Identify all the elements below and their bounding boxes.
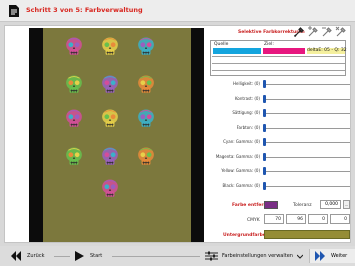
skull-ornament xyxy=(66,37,82,55)
separator xyxy=(112,256,200,257)
skull-ornament xyxy=(102,75,118,93)
slider-label: Yellow: Gamma: (0) xyxy=(221,168,260,173)
cmyk-black-input[interactable]: 0 xyxy=(330,214,350,224)
table-divider xyxy=(212,70,345,71)
slider-label: Kontrast: (0) xyxy=(234,95,260,101)
settings-sliders-icon xyxy=(205,251,218,261)
preview-canvas[interactable] xyxy=(43,28,191,242)
slider-row: Farbton: (0) xyxy=(208,123,351,133)
slider-track[interactable] xyxy=(264,113,350,114)
cmyk-label: CMYK xyxy=(247,218,260,223)
slider-row: Helligkeit: (0) xyxy=(208,79,351,89)
table-divider xyxy=(212,63,345,64)
slider-label: Farbton: (0) xyxy=(236,124,260,130)
slider-thumb[interactable] xyxy=(263,94,266,103)
source-color-swatch[interactable] xyxy=(213,48,261,54)
eyedropper-reset-icon[interactable] xyxy=(335,26,347,38)
tolerance-label: Toleranz xyxy=(293,203,312,208)
eyedropper-icon[interactable] xyxy=(293,26,305,38)
slider-row: Yellow: Gamma: (0) xyxy=(208,166,351,176)
skull-ornament xyxy=(66,75,82,93)
document-icon xyxy=(9,5,19,17)
start-label: Start xyxy=(90,253,103,259)
slider-thumb[interactable] xyxy=(263,109,266,117)
skull-ornament xyxy=(66,109,82,127)
bottom-bar: Zurück Start Farbeinstellungen verwalten… xyxy=(0,246,355,266)
double-chevron-left-icon xyxy=(11,251,21,261)
main-panel: Selektive Farbkorrekturen Quelle Ziel: d… xyxy=(4,25,351,243)
slider-row: Sättigung: (0) xyxy=(208,108,351,118)
title-bar: Schritt 3 von 5: Farbverwaltung xyxy=(0,0,355,22)
slider-label: Cyan: Gamma: (0) xyxy=(223,139,260,144)
slider-row: Cyan: Gamma: (0) xyxy=(208,137,351,147)
skull-ornament xyxy=(138,75,154,93)
slider-track[interactable] xyxy=(264,142,350,143)
skull-ornament xyxy=(138,37,154,55)
slider-row: Magenta: Gamma: (0) xyxy=(208,152,351,162)
slider-thumb[interactable] xyxy=(263,152,266,161)
skull-ornament xyxy=(102,109,118,127)
slider-label: Magenta: Gamma: (0) xyxy=(215,153,260,159)
background-color-label: Untergrundfarbe xyxy=(223,233,266,238)
remove-color-swatch[interactable] xyxy=(264,201,278,209)
back-button[interactable]: Zurück xyxy=(10,249,44,263)
skull-ornament xyxy=(102,37,118,55)
double-chevron-right-icon xyxy=(315,251,325,261)
slider-label: Helligkeit: (0) xyxy=(233,81,260,86)
target-color-swatch[interactable] xyxy=(263,48,305,54)
skull-ornament xyxy=(138,147,154,165)
tolerance-input[interactable]: 0,000 xyxy=(320,200,341,209)
slider-thumb[interactable] xyxy=(263,123,266,132)
delta-e-readout: deltaE: 05 - Q: 32 xyxy=(307,48,347,54)
table-divider xyxy=(212,56,345,57)
slider-track[interactable] xyxy=(264,171,350,172)
slider-track[interactable] xyxy=(264,84,350,85)
control-panel: Selektive Farbkorrekturen Quelle Ziel: d… xyxy=(208,26,351,242)
slider-thumb[interactable] xyxy=(263,181,266,190)
slider-track[interactable] xyxy=(264,185,350,187)
slider-row: Black: Gamma: (0) xyxy=(208,181,351,191)
slider-row: Kontrast: (0) xyxy=(208,94,351,104)
chevron-down-icon xyxy=(296,254,303,259)
skull-ornament xyxy=(138,109,154,127)
eyedropper-minus-icon[interactable] xyxy=(321,26,333,38)
slider-track[interactable] xyxy=(264,156,350,158)
slider-label: Sättigung: (0) xyxy=(232,110,260,115)
slider-track[interactable] xyxy=(264,98,350,100)
eyedropper-plus-icon[interactable] xyxy=(307,26,319,38)
slider-label: Black: Gamma: (0) xyxy=(222,182,260,188)
slider-track[interactable] xyxy=(264,127,350,129)
cmyk-yellow-input[interactable]: 0 xyxy=(308,214,328,224)
skull-ornament xyxy=(102,147,118,165)
tolerance-more-button[interactable]: ... xyxy=(343,200,350,209)
separator xyxy=(54,256,70,257)
color-settings-label: Farbeinstellungen verwalten xyxy=(222,253,293,259)
slider-thumb[interactable] xyxy=(263,80,266,88)
slider-thumb[interactable] xyxy=(263,138,266,146)
back-label: Zurück xyxy=(27,253,45,259)
source-header: Quelle xyxy=(214,42,229,47)
cmyk-cyan-input[interactable]: 70 xyxy=(264,214,284,224)
source-target-table: Quelle Ziel: deltaE: 05 - Q: 32 xyxy=(210,40,347,76)
slider-thumb[interactable] xyxy=(263,167,266,175)
background-color-swatch[interactable] xyxy=(264,230,350,239)
target-header: Ziel: xyxy=(264,42,274,47)
play-icon xyxy=(75,251,84,261)
window-title: Schritt 3 von 5: Farbverwaltung xyxy=(26,6,143,14)
cmyk-magenta-input[interactable]: 96 xyxy=(286,214,306,224)
skull-ornament xyxy=(102,179,118,197)
next-label: Weiter xyxy=(331,253,348,259)
skull-ornament xyxy=(66,147,82,165)
next-button[interactable]: Weiter xyxy=(309,249,355,263)
image-preview xyxy=(29,28,204,242)
start-button[interactable]: Start xyxy=(74,249,102,263)
color-settings-button[interactable]: Farbeinstellungen verwalten xyxy=(205,249,303,263)
